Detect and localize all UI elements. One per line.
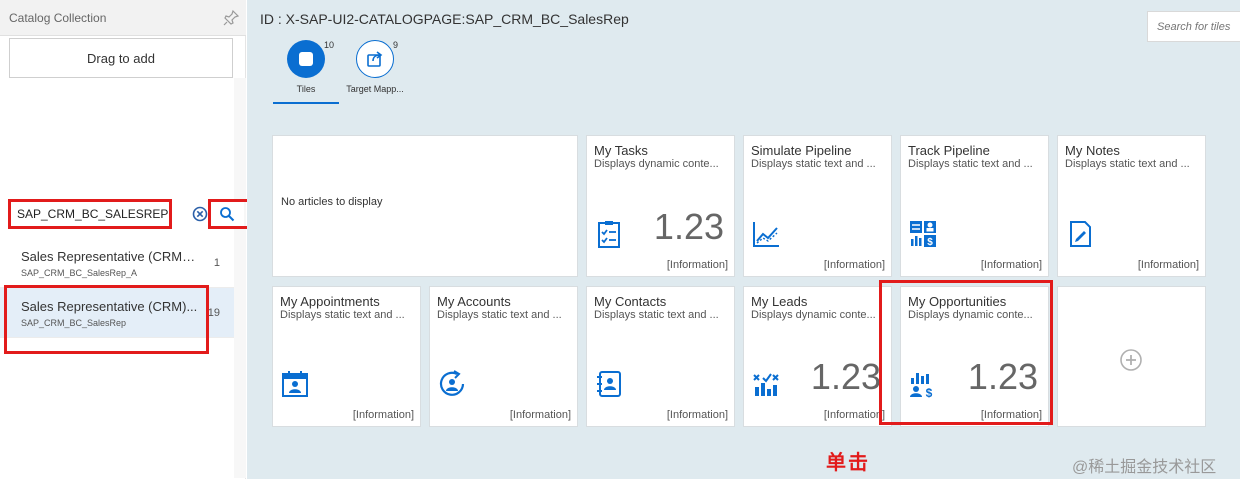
catalog-item-count: 19 (207, 307, 220, 319)
tile-title: Track Pipeline (908, 143, 990, 158)
tile-my-leads[interactable]: My Leads Displays dynamic conte... 1.23 … (743, 286, 892, 427)
target-mapping-tab-icon (356, 40, 394, 78)
catalog-page: ID : X-SAP-UI2-CATALOGPAGE:SAP_CRM_BC_Sa… (247, 0, 1240, 479)
tab-count: 9 (393, 40, 399, 50)
tile-title: My Accounts (437, 294, 511, 309)
tab-tiles[interactable]: 10 Tiles (273, 40, 339, 104)
tiles-tab-icon (287, 40, 325, 78)
watermark: @稀土掘金技术社区 (1072, 459, 1217, 476)
tile-footer: [Information] (352, 409, 414, 421)
notes-icon (1070, 221, 1091, 247)
tile-title: Simulate Pipeline (751, 143, 852, 158)
tile-my-accounts[interactable]: My Accounts Displays static text and ...… (429, 286, 578, 427)
news-tile[interactable]: No articles to display (272, 135, 578, 277)
tile-subtitle: Displays dynamic conte... (594, 158, 719, 170)
news-empty-text: No articles to display (281, 196, 383, 208)
address-book-icon (597, 371, 621, 397)
catalog-header: Catalog Collection (0, 0, 246, 36)
tab-label: Target Mapp... (346, 84, 404, 94)
tile-title: My Contacts (594, 294, 667, 309)
tile-subtitle: Displays static text and ... (437, 309, 562, 321)
catalog-pane: Catalog Collection Drag to add SAP_CRM_B… (0, 0, 260, 479)
tile-footer: [Information] (509, 409, 571, 421)
tile-my-tasks[interactable]: My Tasks Displays dynamic conte... 1.23 … (586, 135, 735, 277)
tile-my-contacts[interactable]: My Contacts Displays static text and ...… (586, 286, 735, 427)
left-scrollbar[interactable] (234, 78, 246, 478)
catalog-list-item[interactable]: Sales Representative (CRM) ... SAP_CRM_B… (0, 238, 234, 288)
tile-subtitle: Displays static text and ... (1065, 158, 1190, 170)
tile-footer: [Information] (823, 259, 885, 271)
account-refresh-icon (439, 370, 465, 396)
tile-track-pipeline[interactable]: Track Pipeline Displays static text and … (900, 135, 1049, 277)
tile-subtitle: Displays dynamic conte... (751, 309, 876, 321)
tile-title: My Appointments (280, 294, 380, 309)
highlight-box-opportunities-tile (879, 280, 1053, 425)
tile-my-appointments[interactable]: My Appointments Displays static text and… (272, 286, 421, 427)
tab-label: Tiles (296, 84, 316, 94)
highlight-box-catalog-item (4, 285, 209, 354)
tile-footer: [Information] (666, 259, 728, 271)
plus-circle-icon (1120, 349, 1142, 371)
leads-chart-icon (753, 373, 779, 396)
tile-footer: [Information] (666, 409, 728, 421)
tile-footer: [Information] (1137, 259, 1199, 271)
task-list-icon (598, 221, 620, 248)
drag-to-add-area[interactable]: Drag to add (9, 38, 233, 78)
catalog-item-id: SAP_CRM_BC_SalesRep_A (21, 268, 138, 278)
tile-subtitle: Displays static text and ... (908, 158, 1033, 170)
tile-title: My Tasks (594, 143, 648, 158)
tile-number: 1.23 (653, 206, 724, 247)
active-tab-indicator (273, 102, 339, 104)
tile-simulate-pipeline[interactable]: Simulate Pipeline Displays static text a… (743, 135, 892, 277)
tile-subtitle: Displays static text and ... (280, 309, 405, 321)
tile-footer: [Information] (823, 409, 885, 421)
svg-text:$: $ (927, 237, 933, 248)
add-tile[interactable] (1057, 286, 1206, 427)
tile-footer: [Information] (980, 259, 1042, 271)
tile-number: 1.23 (810, 356, 881, 397)
tile-title: My Notes (1065, 143, 1120, 158)
tile-my-notes[interactable]: My Notes Displays static text and ... [I… (1057, 135, 1206, 277)
page-title: ID : X-SAP-UI2-CATALOGPAGE:SAP_CRM_BC_Sa… (260, 11, 629, 27)
catalog-title: Catalog Collection (9, 11, 107, 25)
catalog-item-count: 1 (213, 257, 220, 269)
pipeline-dashboard-icon: $ (910, 221, 936, 248)
tile-subtitle: Displays static text and ... (751, 158, 876, 170)
calendar-person-icon (282, 371, 308, 397)
click-annotation: 单击 (826, 452, 870, 474)
catalog-item-title: Sales Representative (CRM) ... (21, 249, 199, 264)
line-chart-icon (753, 222, 779, 247)
tile-subtitle: Displays static text and ... (594, 309, 719, 321)
tile-title: My Leads (751, 294, 808, 309)
highlight-box-search-input (8, 199, 172, 229)
tab-target-mappings[interactable]: 9 Target Mapp... (342, 40, 408, 104)
clear-search-icon[interactable] (192, 206, 208, 222)
pin-icon[interactable] (222, 9, 240, 27)
tile-search-input[interactable] (1147, 11, 1240, 42)
tab-count: 10 (324, 40, 335, 50)
